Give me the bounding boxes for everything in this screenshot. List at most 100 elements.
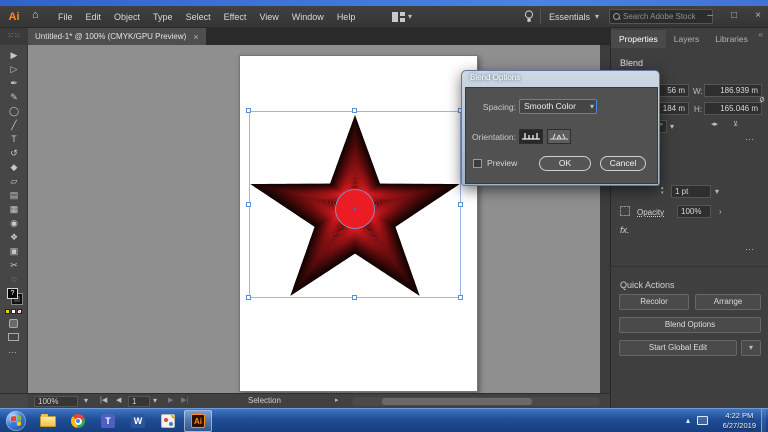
selection-handle[interactable] — [352, 295, 357, 300]
tab-libraries[interactable]: Libraries — [707, 30, 756, 48]
horizontal-scrollbar-thumb[interactable] — [382, 398, 532, 405]
eyedropper-tool[interactable]: ◉ — [0, 216, 28, 230]
drawing-mode-icon[interactable] — [9, 319, 18, 328]
menu-edit[interactable]: Edit — [86, 12, 102, 22]
transform-w-field[interactable]: 186.939 m — [704, 84, 762, 97]
menu-window[interactable]: Window — [292, 12, 324, 22]
edit-toolbar-more-icon[interactable]: … — [8, 345, 17, 355]
appearance-more-icon[interactable]: … — [745, 242, 755, 252]
blend-tool[interactable]: ❖ — [0, 230, 28, 244]
search-input[interactable] — [623, 12, 709, 21]
taskbar-explorer[interactable] — [34, 410, 62, 432]
transform-more-icon[interactable]: … — [745, 132, 755, 142]
next-artboard-icon[interactable]: ▶ — [168, 396, 173, 404]
global-edit-chevron-button[interactable] — [741, 340, 761, 356]
pen-tool[interactable]: ✒ — [0, 76, 28, 90]
zoom-tool[interactable]: ◌ — [0, 272, 28, 286]
stroke-chevron-icon[interactable] — [715, 186, 719, 196]
selection-tool[interactable]: ▶ — [0, 48, 28, 62]
horizontal-scrollbar[interactable] — [352, 397, 600, 406]
opacity-arrow-icon[interactable]: › — [719, 207, 722, 216]
menu-view[interactable]: View — [259, 12, 278, 22]
rotate-chevron-icon[interactable] — [670, 121, 674, 131]
fx-button[interactable]: fx. — [620, 225, 630, 235]
type-tool[interactable]: T — [0, 132, 28, 146]
stroke-stepper-icon[interactable]: ▴ ▾ — [661, 186, 664, 196]
tray-device-icon[interactable] — [697, 416, 708, 425]
artboard-number-field[interactable]: 1 — [128, 396, 150, 407]
status-flyout-icon[interactable]: ▸ — [335, 396, 339, 404]
gradient-swatch-icon[interactable] — [11, 309, 16, 314]
arrange-documents-icon[interactable] — [392, 12, 405, 22]
tab-close-icon[interactable]: × — [193, 32, 198, 42]
taskbar-word[interactable]: W — [124, 410, 152, 432]
close-button[interactable]: × — [751, 8, 765, 24]
arrange-button[interactable]: Arrange — [695, 294, 761, 310]
tab-layers[interactable]: Layers — [666, 30, 708, 48]
first-artboard-icon[interactable]: |◀ — [100, 396, 107, 404]
tab-properties[interactable]: Properties — [611, 30, 666, 48]
taskbar-clock[interactable]: 4:22 PM 6/27/2019 — [723, 411, 756, 431]
ok-button[interactable]: OK — [539, 156, 591, 171]
stroke-weight-field[interactable]: 1 pt — [671, 185, 711, 198]
curvature-tool[interactable]: ✎ — [0, 90, 28, 104]
workspace-switcher[interactable]: Essentials — [549, 12, 590, 22]
scale-tool[interactable]: ▱ — [0, 174, 28, 188]
artboard-tool[interactable]: ▣ — [0, 244, 28, 258]
transform-h-field[interactable]: 165.046 m — [704, 102, 762, 115]
paintbrush-tool[interactable]: ╱ — [0, 118, 28, 132]
prev-artboard-icon[interactable]: ◀ — [116, 396, 121, 404]
menu-select[interactable]: Select — [186, 12, 211, 22]
opacity-label[interactable]: Opacity — [637, 208, 664, 217]
minimize-button[interactable]: – — [703, 8, 717, 24]
discover-lightbulb-icon[interactable] — [524, 10, 534, 23]
slice-tool[interactable]: ✂ — [0, 258, 28, 272]
artboard-chevron-icon[interactable] — [153, 396, 157, 405]
screen-mode-icon[interactable] — [8, 333, 19, 341]
home-icon[interactable]: ⌂ — [32, 9, 39, 21]
cancel-button[interactable]: Cancel — [600, 156, 646, 171]
tools-panel-header[interactable]: ⁙⁙ — [0, 28, 28, 45]
menu-file[interactable]: File — [58, 12, 73, 22]
selection-handle[interactable] — [246, 108, 251, 113]
lasso-tool[interactable]: ◯ — [0, 104, 28, 118]
start-button[interactable] — [6, 411, 26, 431]
taskbar-illustrator[interactable]: Ai — [184, 410, 212, 432]
selection-handle[interactable] — [246, 295, 251, 300]
rotate-tool[interactable]: ↺ — [0, 146, 28, 160]
maximize-button[interactable]: □ — [727, 8, 741, 24]
flip-horizontal-icon[interactable]: ◂▸ — [711, 120, 718, 128]
arrange-documents-chevron-icon[interactable] — [408, 11, 412, 21]
blend-options-button[interactable]: Blend Options — [619, 317, 761, 333]
mesh-tool[interactable]: ▦ — [0, 202, 28, 216]
tray-expand-icon[interactable]: ▴ — [686, 416, 690, 425]
document-tab[interactable]: Untitled-1* @ 100% (CMYK/GPU Preview) × — [28, 28, 206, 45]
selection-handle[interactable] — [458, 202, 463, 207]
zoom-chevron-icon[interactable] — [84, 396, 88, 405]
opacity-field[interactable]: 100% — [677, 205, 711, 218]
zoom-level-field[interactable]: 100% — [34, 396, 78, 407]
menu-effect[interactable]: Effect — [224, 12, 247, 22]
start-global-edit-button[interactable]: Start Global Edit — [619, 340, 737, 356]
recolor-button[interactable]: Recolor — [619, 294, 689, 310]
adobe-stock-search[interactable] — [609, 9, 713, 24]
taskbar-teams[interactable]: T — [94, 410, 122, 432]
align-to-page-button[interactable] — [519, 129, 543, 144]
taskbar-chrome[interactable] — [64, 410, 92, 432]
color-swatch-icon[interactable] — [5, 309, 10, 314]
workspace-chevron-icon[interactable] — [595, 11, 599, 21]
direct-selection-tool[interactable]: ▷ — [0, 62, 28, 76]
eraser-tool[interactable]: ◆ — [0, 160, 28, 174]
menu-object[interactable]: Object — [114, 12, 140, 22]
preview-checkbox[interactable] — [473, 159, 482, 168]
taskbar-paint[interactable] — [154, 410, 182, 432]
flip-vertical-icon[interactable]: ⊻ — [733, 120, 738, 128]
align-to-path-button[interactable] — [547, 129, 571, 144]
selection-handle[interactable] — [246, 202, 251, 207]
show-desktop-button[interactable] — [761, 409, 766, 432]
selection-handle[interactable] — [458, 295, 463, 300]
none-swatch-icon[interactable] — [17, 309, 22, 314]
menu-help[interactable]: Help — [337, 12, 356, 22]
selection-handle[interactable] — [352, 108, 357, 113]
width-tool[interactable]: ▤ — [0, 188, 28, 202]
